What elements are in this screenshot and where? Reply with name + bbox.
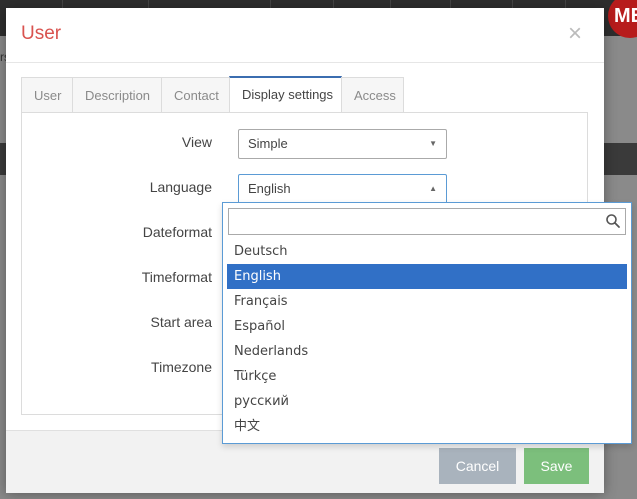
view-select-value: Simple	[248, 136, 288, 151]
cancel-button[interactable]: Cancel	[439, 448, 516, 484]
language-option-selected[interactable]: English	[227, 264, 627, 289]
dialog-header: User ×	[6, 8, 604, 63]
language-option[interactable]: русский	[227, 389, 627, 414]
view-select[interactable]: Simple ▼	[238, 129, 447, 159]
language-option[interactable]: Deutsch	[227, 239, 627, 264]
timezone-label: Timezone	[151, 359, 212, 375]
language-select-value: English	[248, 181, 291, 196]
save-button[interactable]: Save	[524, 448, 589, 484]
language-option[interactable]: 中文	[227, 414, 627, 439]
search-icon	[606, 214, 620, 228]
start-area-label: Start area	[150, 314, 212, 330]
tab-access[interactable]: Access	[341, 77, 404, 112]
language-option[interactable]: Español	[227, 314, 627, 339]
language-option[interactable]: Français	[227, 289, 627, 314]
view-label: View	[181, 134, 212, 150]
timeformat-label: Timeformat	[141, 269, 212, 285]
tab-description[interactable]: Description	[72, 77, 162, 112]
language-dropdown: Deutsch English Français Español Nederla…	[222, 202, 632, 444]
close-icon[interactable]: ×	[568, 22, 582, 46]
language-option[interactable]: Nederlands	[227, 339, 627, 364]
tab-user[interactable]: User	[21, 77, 73, 112]
language-select[interactable]: English ▲	[238, 174, 447, 204]
language-option[interactable]: Türkçe	[227, 364, 627, 389]
language-label: Language	[149, 179, 212, 195]
chevron-up-icon: ▲	[429, 184, 437, 193]
language-search-input[interactable]	[228, 208, 626, 235]
language-options: Deutsch English Français Español Nederla…	[227, 239, 627, 439]
dialog-title: User	[21, 23, 62, 44]
dateformat-label: Dateformat	[142, 224, 212, 240]
tab-display-settings[interactable]: Display settings	[229, 76, 342, 113]
tab-contact[interactable]: Contact	[161, 77, 230, 112]
chevron-down-icon: ▼	[429, 139, 437, 148]
